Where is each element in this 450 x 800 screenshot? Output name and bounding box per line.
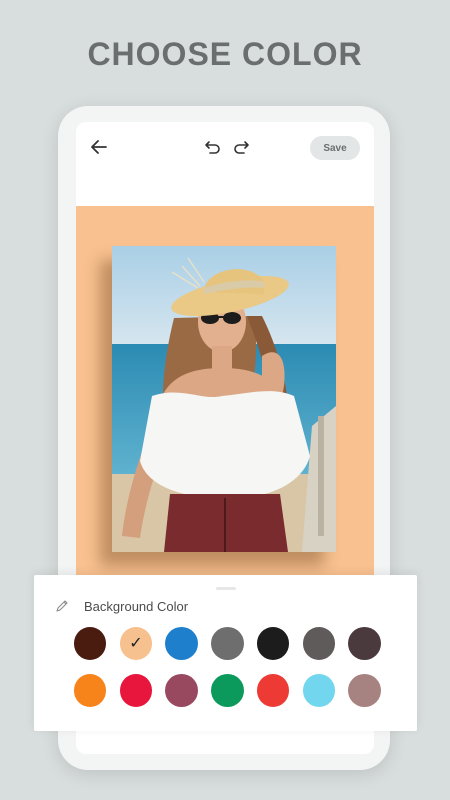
redo-button[interactable] [228, 134, 254, 160]
color-swatch[interactable] [165, 627, 198, 660]
woman-beach-photo [112, 246, 336, 552]
color-swatch[interactable] [211, 627, 244, 660]
color-swatch[interactable] [119, 674, 153, 707]
promo-title: CHOOSE COLOR [87, 36, 363, 72]
color-swatch[interactable] [302, 674, 336, 707]
photo[interactable] [112, 246, 336, 552]
back-button[interactable] [86, 134, 112, 160]
undo-icon [205, 141, 220, 154]
color-swatch[interactable] [74, 627, 107, 660]
color-swatch[interactable] [211, 674, 244, 707]
color-swatch[interactable] [165, 674, 198, 707]
color-swatches: ✓ [74, 627, 394, 721]
undo-button[interactable] [200, 134, 226, 160]
check-icon: ✓ [129, 634, 143, 652]
color-swatch[interactable]: ✓ [119, 627, 153, 660]
pencil-icon [56, 600, 68, 612]
canvas-background[interactable] [76, 206, 374, 586]
save-button[interactable]: Save [310, 136, 360, 160]
color-swatch[interactable] [256, 627, 290, 660]
color-swatch[interactable] [256, 674, 290, 707]
sheet-header: Background Color [54, 598, 188, 614]
color-swatch[interactable] [348, 627, 381, 660]
redo-icon [234, 141, 249, 154]
swatch-row: ✓ [74, 627, 394, 661]
sheet-drag-handle[interactable] [216, 587, 236, 590]
color-swatch[interactable] [74, 674, 107, 707]
color-swatch[interactable] [348, 674, 381, 707]
toolbar: Save [76, 122, 374, 174]
swatch-row [74, 674, 394, 708]
background-color-sheet: Background Color ✓ [34, 575, 417, 731]
arrow-left-icon [91, 140, 107, 154]
sheet-title: Background Color [84, 598, 189, 614]
color-swatch[interactable] [302, 627, 336, 660]
